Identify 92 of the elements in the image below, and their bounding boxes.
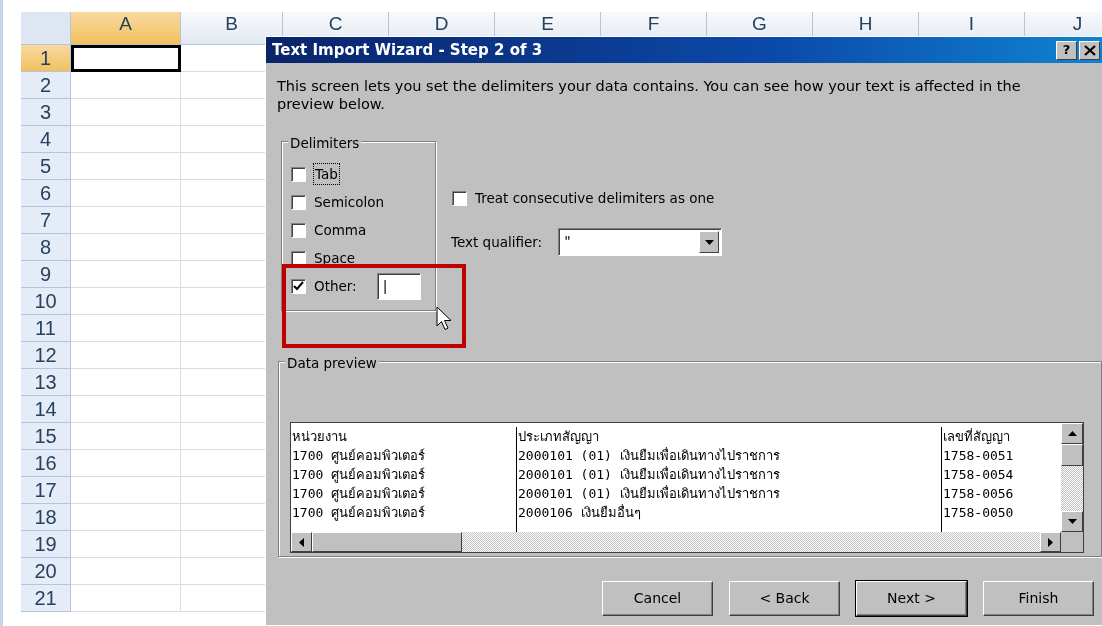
checkbox[interactable] (291, 278, 306, 294)
vertical-scrollbar[interactable] (1061, 423, 1083, 532)
checkbox-label[interactable]: Semicolon (314, 191, 385, 213)
close-button[interactable] (1079, 40, 1100, 60)
cursor-icon (436, 306, 452, 331)
preview-cell-text: ประเภทสัญญา (517, 428, 600, 446)
checkbox-label[interactable]: Other: (314, 275, 357, 297)
row-header[interactable]: 4 (21, 126, 71, 153)
wizard-button[interactable]: Finish (983, 581, 1094, 616)
row-header[interactable]: 10 (21, 288, 71, 315)
row-header[interactable]: 13 (21, 369, 71, 396)
select-all-corner[interactable] (21, 12, 71, 45)
scroll-thumb[interactable] (1061, 444, 1083, 466)
other-delimiter-field[interactable]: | (376, 272, 421, 300)
preview-cell-text: หน่วยงาน (291, 428, 348, 446)
preview-cell-text: 1700 ศูนย์คอมพิวเตอร์ (291, 466, 427, 484)
scroll-up-arrow-icon (1067, 431, 1077, 436)
sheet-cell[interactable] (71, 207, 181, 234)
sheet-cell[interactable] (71, 477, 181, 504)
scrollbar-corner (1061, 532, 1083, 552)
description-text: This screen lets you set the delimiters your data contains. You can see how your text is affected in the preview below. (277, 77, 1022, 113)
active-cell[interactable] (71, 45, 181, 72)
sheet-cell[interactable] (71, 450, 181, 477)
checkbox-label[interactable]: Tab (314, 163, 339, 185)
scroll-down-arrow-icon (1067, 519, 1077, 524)
row-header[interactable]: 20 (21, 558, 71, 585)
close-icon (1083, 44, 1096, 56)
sheet-cell[interactable] (71, 369, 181, 396)
sheet-cell[interactable] (71, 261, 181, 288)
help-button[interactable]: ? (1056, 40, 1077, 60)
row-header[interactable]: 1 (21, 45, 71, 72)
wizard-button[interactable]: Cancel (602, 581, 713, 616)
preview-cell-text: 2000101 (01) เงินยืมเพื่อเดินทางไปราชการ (517, 446, 781, 465)
dropdown-arrow-icon (704, 239, 714, 245)
row-header[interactable]: 16 (21, 450, 71, 477)
row-header[interactable]: 11 (21, 315, 71, 342)
scroll-right-arrow-icon (1048, 537, 1053, 547)
row-header[interactable]: 5 (21, 153, 71, 180)
checkbox-label[interactable]: Treat consecutive delimiters as one (475, 187, 715, 209)
column-header[interactable]: A (71, 12, 181, 45)
row-header[interactable]: 15 (21, 423, 71, 450)
sheet-cell[interactable] (71, 558, 181, 585)
sheet-cell[interactable] (71, 126, 181, 153)
row-header[interactable]: 18 (21, 504, 71, 531)
row-header[interactable]: 6 (21, 180, 71, 207)
checkbox[interactable] (291, 222, 306, 238)
row-header[interactable]: 21 (21, 585, 71, 612)
sheet-cell[interactable] (71, 315, 181, 342)
sheet-cell[interactable] (71, 153, 181, 180)
sheet-cell[interactable] (71, 72, 181, 99)
preview-cell-text: 1700 ศูนย์คอมพิวเตอร์ (291, 485, 427, 503)
sheet-cell[interactable] (71, 585, 181, 612)
row-header[interactable]: 12 (21, 342, 71, 369)
checkbox[interactable] (291, 194, 306, 210)
checkbox-label[interactable]: Comma (314, 219, 367, 241)
checkbox-label[interactable]: Space (314, 247, 356, 269)
preview-cell-text: 2000101 (01) เงินยืมเพื่อเดินทางไปราชการ (517, 465, 781, 484)
scroll-left-arrow-icon (299, 537, 304, 547)
field-label: Text qualifier: (451, 232, 543, 252)
preview-cell-text: 1700 ศูนย์คอมพิวเตอร์ (291, 504, 427, 522)
sheet-cell[interactable] (71, 99, 181, 126)
sheet-cell[interactable] (71, 234, 181, 261)
sheet-cell[interactable] (71, 396, 181, 423)
preview-cell-text: 2000101 (01) เงินยืมเพื่อเดินทางไปราชการ (517, 484, 781, 503)
text-qualifier-dropdown[interactable]: " (558, 228, 723, 256)
sheet-cell[interactable] (71, 531, 181, 558)
horizontal-scrollbar[interactable] (291, 532, 1083, 552)
preview-cell-text: 1758-0050 (942, 504, 1015, 522)
checkbox[interactable] (291, 166, 306, 182)
sheet-cell[interactable] (71, 288, 181, 315)
row-header[interactable]: 2 (21, 72, 71, 99)
preview-cell-text: 1700 ศูนย์คอมพิวเตอร์ (291, 447, 427, 465)
sheet-cell[interactable] (71, 504, 181, 531)
row-header[interactable]: 9 (21, 261, 71, 288)
row-header[interactable]: 19 (21, 531, 71, 558)
sheet-cell[interactable] (71, 423, 181, 450)
preview-cell-text: 2000106 เงินยืมอื่นๆ (517, 503, 642, 522)
row-header[interactable]: 17 (21, 477, 71, 504)
preview-cell-text: 1758-0054 (942, 466, 1015, 484)
scroll-thumb[interactable] (312, 532, 462, 552)
row-header[interactable]: 7 (21, 207, 71, 234)
row-header[interactable]: 3 (21, 99, 71, 126)
checkbox[interactable] (452, 190, 467, 206)
preview-cell-text: 1758-0056 (942, 485, 1015, 503)
row-header[interactable]: 14 (21, 396, 71, 423)
sheet-cell[interactable] (71, 342, 181, 369)
sheet-cell[interactable] (71, 180, 181, 207)
wizard-button[interactable]: < Back (729, 581, 840, 616)
wizard-button[interactable]: Next > (856, 581, 967, 616)
row-header[interactable]: 8 (21, 234, 71, 261)
preview-cell-text: เลขที่สัญญา (942, 427, 1011, 446)
preview-cell-text: 1758-0051 (942, 447, 1015, 465)
